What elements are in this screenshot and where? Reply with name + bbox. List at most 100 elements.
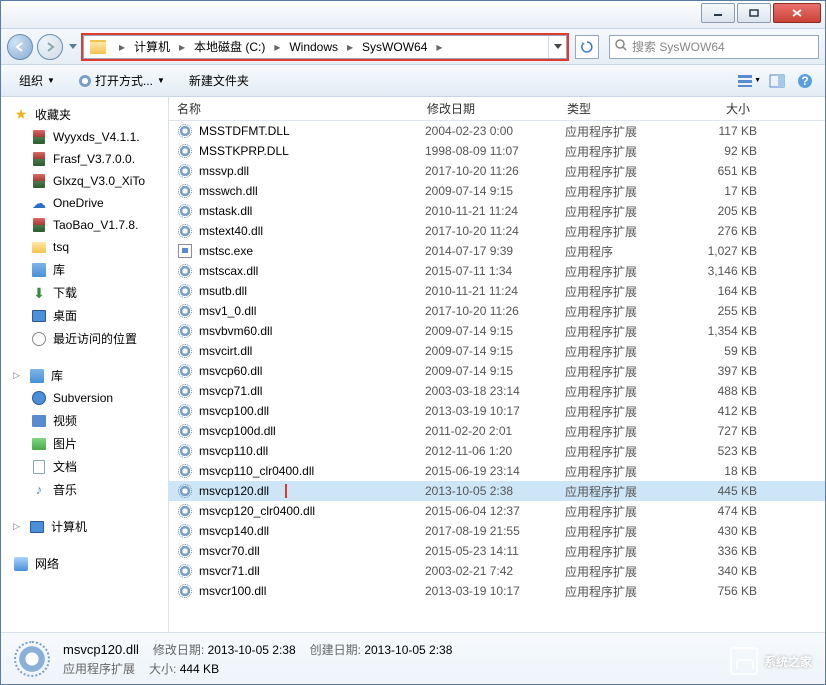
explorer-window: ▸ 计算机 ▸ 本地磁盘 (C:) ▸ Windows ▸ SysWOW64 ▸… bbox=[0, 0, 826, 685]
file-row[interactable]: msvcp120.dll2013-10-05 2:38应用程序扩展445 KB bbox=[169, 481, 825, 501]
file-row[interactable]: msvcr100.dll2013-03-19 10:17应用程序扩展756 KB bbox=[169, 581, 825, 601]
file-size: 756 KB bbox=[675, 584, 757, 598]
back-button[interactable] bbox=[7, 34, 33, 60]
sidebar-item[interactable]: 文档 bbox=[1, 455, 168, 478]
column-name[interactable]: 名称 bbox=[169, 100, 419, 117]
file-row[interactable]: msvcp110_clr0400.dll2015-06-19 23:14应用程序… bbox=[169, 461, 825, 481]
sidebar-item[interactable]: 最近访问的位置 bbox=[1, 327, 168, 350]
preview-pane-button[interactable] bbox=[765, 69, 789, 93]
chevron-right-icon[interactable]: ▸ bbox=[176, 40, 188, 54]
column-size[interactable]: 大小 bbox=[669, 100, 759, 117]
file-row[interactable]: mstscax.dll2015-07-11 1:34应用程序扩展3,146 KB bbox=[169, 261, 825, 281]
chevron-right-icon[interactable]: ▸ bbox=[433, 40, 445, 54]
file-name: msvcr70.dll bbox=[199, 544, 425, 558]
help-button[interactable]: ? bbox=[793, 69, 817, 93]
file-row[interactable]: msvcr70.dll2015-05-23 14:11应用程序扩展336 KB bbox=[169, 541, 825, 561]
file-size: 255 KB bbox=[675, 304, 757, 318]
file-type: 应用程序扩展 bbox=[565, 283, 675, 300]
file-list[interactable]: MSSTDFMT.DLL2004-02-23 0:00应用程序扩展117 KBM… bbox=[169, 121, 825, 632]
file-size: 474 KB bbox=[675, 504, 757, 518]
file-row[interactable]: MSSTDFMT.DLL2004-02-23 0:00应用程序扩展117 KB bbox=[169, 121, 825, 141]
nav-history-dropdown[interactable] bbox=[67, 37, 79, 57]
minimize-button[interactable] bbox=[701, 3, 735, 23]
dll-icon bbox=[177, 323, 193, 339]
address-dropdown[interactable] bbox=[548, 36, 566, 58]
dll-icon bbox=[177, 263, 193, 279]
file-date: 2015-05-23 14:11 bbox=[425, 544, 565, 558]
file-row[interactable]: MSSTKPRP.DLL1998-08-09 11:07应用程序扩展92 KB bbox=[169, 141, 825, 161]
file-row[interactable]: mstask.dll2010-11-21 11:24应用程序扩展205 KB bbox=[169, 201, 825, 221]
expand-icon[interactable]: ▷ bbox=[13, 521, 23, 532]
breadcrumb-item[interactable]: 本地磁盘 (C:) bbox=[188, 36, 271, 58]
breadcrumb-item[interactable]: Windows bbox=[283, 36, 344, 58]
breadcrumb-item[interactable]: 计算机 bbox=[128, 36, 176, 58]
libraries-header[interactable]: ▷库 bbox=[1, 364, 168, 387]
chevron-right-icon[interactable]: ▸ bbox=[344, 40, 356, 54]
sidebar-item[interactable]: 视频 bbox=[1, 409, 168, 432]
column-date[interactable]: 修改日期 bbox=[419, 100, 559, 117]
sidebar-item[interactable]: ☁OneDrive bbox=[1, 192, 168, 214]
new-folder-button[interactable]: 新建文件夹 bbox=[179, 68, 259, 93]
chevron-right-icon[interactable]: ▸ bbox=[116, 40, 128, 54]
svg-text:?: ? bbox=[801, 74, 808, 88]
document-icon bbox=[33, 460, 45, 474]
sidebar-item[interactable]: 库 bbox=[1, 258, 168, 281]
chevron-right-icon[interactable]: ▸ bbox=[271, 40, 283, 54]
computer-header[interactable]: ▷计算机 bbox=[1, 515, 168, 538]
sidebar-item[interactable]: ♪音乐 bbox=[1, 478, 168, 501]
file-row[interactable]: msvcp120_clr0400.dll2015-06-04 12:37应用程序… bbox=[169, 501, 825, 521]
organize-button[interactable]: 组织▼ bbox=[9, 68, 65, 93]
file-row[interactable]: msvcp71.dll2003-03-18 23:14应用程序扩展488 KB bbox=[169, 381, 825, 401]
gear-icon bbox=[14, 641, 50, 677]
file-row[interactable]: mssvp.dll2017-10-20 11:26应用程序扩展651 KB bbox=[169, 161, 825, 181]
maximize-button[interactable] bbox=[737, 3, 771, 23]
expand-icon[interactable]: ▷ bbox=[13, 370, 23, 381]
file-size: 1,027 KB bbox=[675, 244, 757, 258]
file-date: 2013-03-19 10:17 bbox=[425, 584, 565, 598]
file-row[interactable]: msutb.dll2010-11-21 11:24应用程序扩展164 KB bbox=[169, 281, 825, 301]
dll-icon bbox=[177, 543, 193, 559]
file-row[interactable]: msvbvm60.dll2009-07-14 9:15应用程序扩展1,354 K… bbox=[169, 321, 825, 341]
file-row[interactable]: msvcp100.dll2013-03-19 10:17应用程序扩展412 KB bbox=[169, 401, 825, 421]
open-with-button[interactable]: 打开方式...▼ bbox=[69, 68, 175, 93]
sidebar-item[interactable]: ⬇下载 bbox=[1, 281, 168, 304]
file-row[interactable]: msvcp110.dll2012-11-06 1:20应用程序扩展523 KB bbox=[169, 441, 825, 461]
file-row[interactable]: msv1_0.dll2017-10-20 11:26应用程序扩展255 KB bbox=[169, 301, 825, 321]
view-button[interactable]: ▼ bbox=[737, 69, 761, 93]
file-type: 应用程序扩展 bbox=[565, 143, 675, 160]
close-button[interactable] bbox=[773, 3, 821, 23]
file-row[interactable]: mstext40.dll2017-10-20 11:24应用程序扩展276 KB bbox=[169, 221, 825, 241]
sidebar-item[interactable]: TaoBao_V1.7.8. bbox=[1, 214, 168, 236]
forward-button[interactable] bbox=[37, 34, 63, 60]
file-type: 应用程序扩展 bbox=[565, 383, 675, 400]
sidebar-item[interactable]: Wyyxds_V4.1.1. bbox=[1, 126, 168, 148]
file-type: 应用程序扩展 bbox=[565, 263, 675, 280]
sidebar-item[interactable]: Frasf_V3.7.0.0. bbox=[1, 148, 168, 170]
favorites-header[interactable]: ★收藏夹 bbox=[1, 103, 168, 126]
dll-icon bbox=[177, 383, 193, 399]
file-name: mstscax.dll bbox=[199, 264, 425, 278]
file-row[interactable]: msswch.dll2009-07-14 9:15应用程序扩展17 KB bbox=[169, 181, 825, 201]
file-name: mstask.dll bbox=[199, 204, 425, 218]
sidebar-item[interactable]: Subversion bbox=[1, 387, 168, 409]
network-header[interactable]: 网络 bbox=[1, 552, 168, 575]
breadcrumb-item[interactable]: SysWOW64 bbox=[356, 36, 433, 58]
file-row[interactable]: msvcp60.dll2009-07-14 9:15应用程序扩展397 KB bbox=[169, 361, 825, 381]
dll-icon bbox=[177, 163, 193, 179]
computer-icon bbox=[30, 521, 44, 533]
file-row[interactable]: msvcirt.dll2009-07-14 9:15应用程序扩展59 KB bbox=[169, 341, 825, 361]
sidebar-item[interactable]: Glxzq_V3.0_XiTo bbox=[1, 170, 168, 192]
sidebar-item[interactable]: 桌面 bbox=[1, 304, 168, 327]
search-input[interactable]: 搜索 SysWOW64 bbox=[609, 35, 819, 59]
address-bar[interactable]: ▸ 计算机 ▸ 本地磁盘 (C:) ▸ Windows ▸ SysWOW64 ▸ bbox=[83, 35, 567, 59]
sidebar-item[interactable]: tsq bbox=[1, 236, 168, 258]
file-date: 2017-10-20 11:26 bbox=[425, 304, 565, 318]
file-row[interactable]: msvcp140.dll2017-08-19 21:55应用程序扩展430 KB bbox=[169, 521, 825, 541]
file-row[interactable]: mstsc.exe2014-07-17 9:39应用程序1,027 KB bbox=[169, 241, 825, 261]
file-row[interactable]: msvcp100d.dll2011-02-20 2:01应用程序扩展727 KB bbox=[169, 421, 825, 441]
file-row[interactable]: msvcr71.dll2003-02-21 7:42应用程序扩展340 KB bbox=[169, 561, 825, 581]
refresh-button[interactable] bbox=[575, 35, 599, 59]
file-size: 18 KB bbox=[675, 464, 757, 478]
column-type[interactable]: 类型 bbox=[559, 100, 669, 117]
sidebar-item[interactable]: 图片 bbox=[1, 432, 168, 455]
